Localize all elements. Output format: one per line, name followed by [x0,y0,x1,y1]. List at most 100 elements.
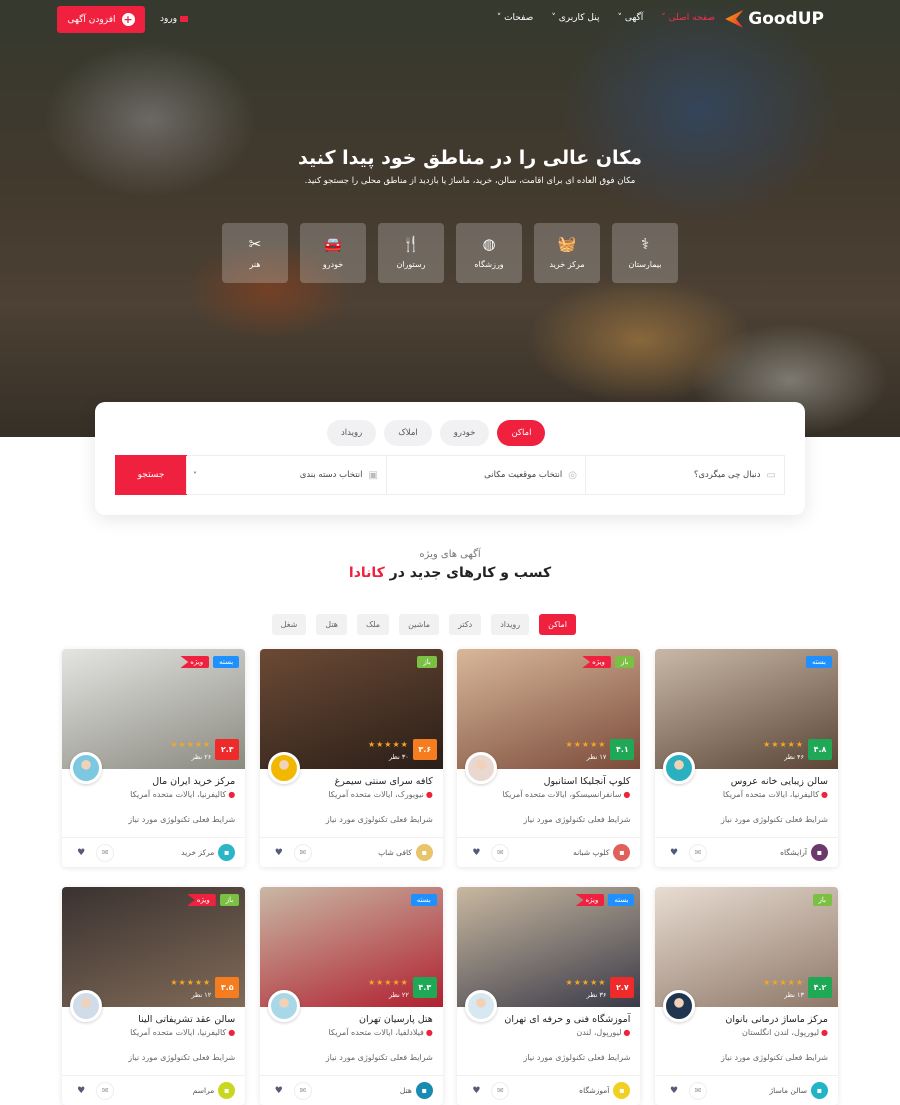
filter-tab[interactable]: ملک [356,614,390,635]
avatar[interactable] [465,990,498,1022]
logo[interactable]: GoodUP [725,9,824,29]
car-icon: 🚘 [323,235,343,253]
listing-image[interactable]: باز ۴.۲ ★★★★★ ۱۳ نظر [655,887,838,1007]
listing-title[interactable]: کلوپ آنجلیکا استانبول [544,776,631,787]
mail-icon[interactable]: ✉ [96,844,115,862]
heart-icon[interactable]: ♥ [665,844,683,862]
listing-card[interactable]: باز ۳.۶ ★★★★★ ۳۰ نظر کافه سرای سنتی سیمرغ ●نی… [259,649,443,867]
listing-card[interactable]: باز ویژه ۴.۱ ★★★★★ ۱۷ نظر کلوپ آنجلیکا استانب… [457,649,641,867]
keyword-placeholder: دنبال چی میگردی؟ [693,470,761,480]
listing-title[interactable]: آموزشگاه فنی و حرفه ای تهران [504,1014,630,1025]
search-tab[interactable]: اماکن [497,420,546,446]
heart-icon[interactable]: ♥ [72,844,90,862]
star-icon: ★ [178,740,187,749]
listing-title[interactable]: مرکز خرید ایران مال [152,776,235,787]
listing-image[interactable]: بسته ویژه ۲.۳ ★★★★★ ۲۶ نظر [62,649,246,769]
listing-card[interactable]: بسته ویژه ۲.۳ ★★★★★ ۲۶ نظر مرکز خرید ایران ما… [62,649,246,867]
category-link[interactable]: ▪ مراسم [193,1082,236,1099]
avatar[interactable] [70,752,103,784]
menu-item-pages[interactable]: صفحات ˅ [497,13,534,23]
search-tab[interactable]: رویداد [327,420,377,446]
avatar[interactable] [663,990,695,1022]
mail-icon[interactable]: ✉ [491,844,510,862]
listing-image[interactable]: بسته ویژه ۲.۷ ★★★★★ ۳۶ نظر [457,887,641,1007]
category-icon: ▪ [811,844,828,861]
category-select[interactable]: ▣ انتخاب دسته بندی ˅ [186,456,386,494]
avatar[interactable] [663,752,695,784]
listing-title[interactable]: سالن زیبایی خانه عروس [731,776,828,787]
status-badge: ویژه [582,656,611,668]
listing-image[interactable]: باز ویژه ۳.۵ ★★★★★ ۱۲ نظر [62,887,246,1007]
listing-card[interactable]: بسته ۴.۳ ★★★★★ ۲۲ نظر هتل پارسیان تهران ●فیلا… [259,887,443,1105]
card-footer: ▪ مراسم ✉ ♥ [62,1075,246,1105]
add-listing-button[interactable]: + افزودن آگهی [57,6,145,33]
avatar[interactable] [267,990,300,1022]
menu-item-listings[interactable]: آگهی ˅ [617,13,643,23]
category-link[interactable]: ▪ مرکز خرید [181,844,236,861]
location-field[interactable]: ◎ انتخاب موقعیت مکانی [386,456,585,494]
mail-icon[interactable]: ✉ [491,1082,510,1100]
category-link[interactable]: ▪ آموزشگاه [579,1082,631,1099]
listing-image[interactable]: بسته ۴.۳ ★★★★★ ۲۲ نظر [259,887,443,1007]
login-link[interactable]: ورود [160,14,189,24]
avatar[interactable] [267,752,300,784]
filter-tab[interactable]: شغل [271,614,307,635]
heart-icon[interactable]: ♥ [665,1082,683,1100]
search-tab[interactable]: املاک [384,420,432,446]
listing-location: ●کالیفرنیا، ایالات متحده آمریکا [130,790,235,799]
mail-icon[interactable]: ✉ [689,844,707,862]
heart-icon[interactable]: ♥ [467,1082,485,1100]
heart-icon[interactable]: ♥ [270,1082,288,1100]
heart-icon[interactable]: ♥ [467,844,485,862]
category-icon: ▪ [811,1082,828,1099]
avatar[interactable] [465,752,498,784]
listing-card[interactable]: باز ۴.۲ ★★★★★ ۱۳ نظر مرکز ماساژ درمانی بانوا… [655,887,838,1105]
keyword-field[interactable]: ▭ دنبال چی میگردی؟ [585,456,784,494]
review-count: ۱۷ نظر [586,753,607,761]
listing-title[interactable]: هتل پارسیان تهران [359,1014,433,1025]
avatar[interactable] [70,990,103,1022]
category-basketball[interactable]: ◍ ورزشگاه [456,223,522,283]
category-name: سالن ماساژ [769,1086,807,1095]
listing-image[interactable]: باز ویژه ۴.۱ ★★★★★ ۱۷ نظر [457,649,641,769]
category-basket[interactable]: 🧺 مرکز خرید [534,223,600,283]
category-link[interactable]: ▪ کلوپ شبانه [573,844,631,861]
mail-icon[interactable]: ✉ [293,1082,312,1100]
category-car[interactable]: 🚘 خودرو [300,223,366,283]
listing-card[interactable]: بسته ۴.۸ ★★★★★ ۴۶ نظر سالن زیبایی خانه عروس ●… [655,649,838,867]
filter-tab[interactable]: اماکن [539,614,576,635]
filter-tab[interactable]: دکتر [449,614,482,635]
listing-card[interactable]: بسته ویژه ۲.۷ ★★★★★ ۳۶ نظر آموزشگاه فنی و حرف… [457,887,641,1105]
review-count: ۲۲ نظر [389,991,409,999]
listing-description: شرایط فعلی تکنولوژی مورد نیاز [523,815,631,824]
listing-title[interactable]: سالن عقد تشریفاتی الینا [138,1014,235,1025]
category-name: آرایشگاه [780,848,807,857]
category-stethoscope[interactable]: ⚕ بیمارستان [612,223,678,283]
filter-tab[interactable]: هتل [316,614,347,635]
menu-item-dashboard[interactable]: پنل کاربری ˅ [551,13,599,23]
category-link[interactable]: ▪ آرایشگاه [780,844,828,861]
mail-icon[interactable]: ✉ [96,1082,115,1100]
category-link[interactable]: ▪ سالن ماساژ [770,1082,828,1099]
heart-icon[interactable]: ♥ [72,1082,90,1100]
mail-icon[interactable]: ✉ [293,844,312,862]
listing-image[interactable]: بسته ۴.۸ ★★★★★ ۴۶ نظر [655,649,838,769]
category-tools[interactable]: ✂ هنر [222,223,288,283]
listing-title[interactable]: کافه سرای سنتی سیمرغ [335,776,433,787]
rating-score: ۳.۶ [412,739,437,760]
heart-icon[interactable]: ♥ [270,844,288,862]
search-tab[interactable]: خودرو [439,420,490,446]
filter-tab[interactable]: ماشین [399,614,440,635]
search-bar: ▭ دنبال چی میگردی؟ ◎ انتخاب موقعیت مکانی ▣… [115,455,785,495]
category-utensils[interactable]: 🍴 رستوران [378,223,444,283]
listing-image[interactable]: باز ۳.۶ ★★★★★ ۳۰ نظر [259,649,443,769]
listing-card[interactable]: باز ویژه ۳.۵ ★★★★★ ۱۲ نظر سالن عقد تشریفاتی ا… [62,887,246,1105]
mail-icon[interactable]: ✉ [689,1082,707,1100]
search-button[interactable]: جستجو [115,455,187,495]
menu-item-home[interactable]: صفحه اصلی ˅ [661,13,715,23]
listing-title[interactable]: مرکز ماساژ درمانی بانوان [725,1014,828,1025]
filter-tab[interactable]: رویداد [491,614,530,635]
category-link[interactable]: ▪ کافی شاپ [378,844,433,861]
category-link[interactable]: ▪ هتل [400,1082,433,1099]
location-text: لیورپول، لندن [576,1028,622,1037]
